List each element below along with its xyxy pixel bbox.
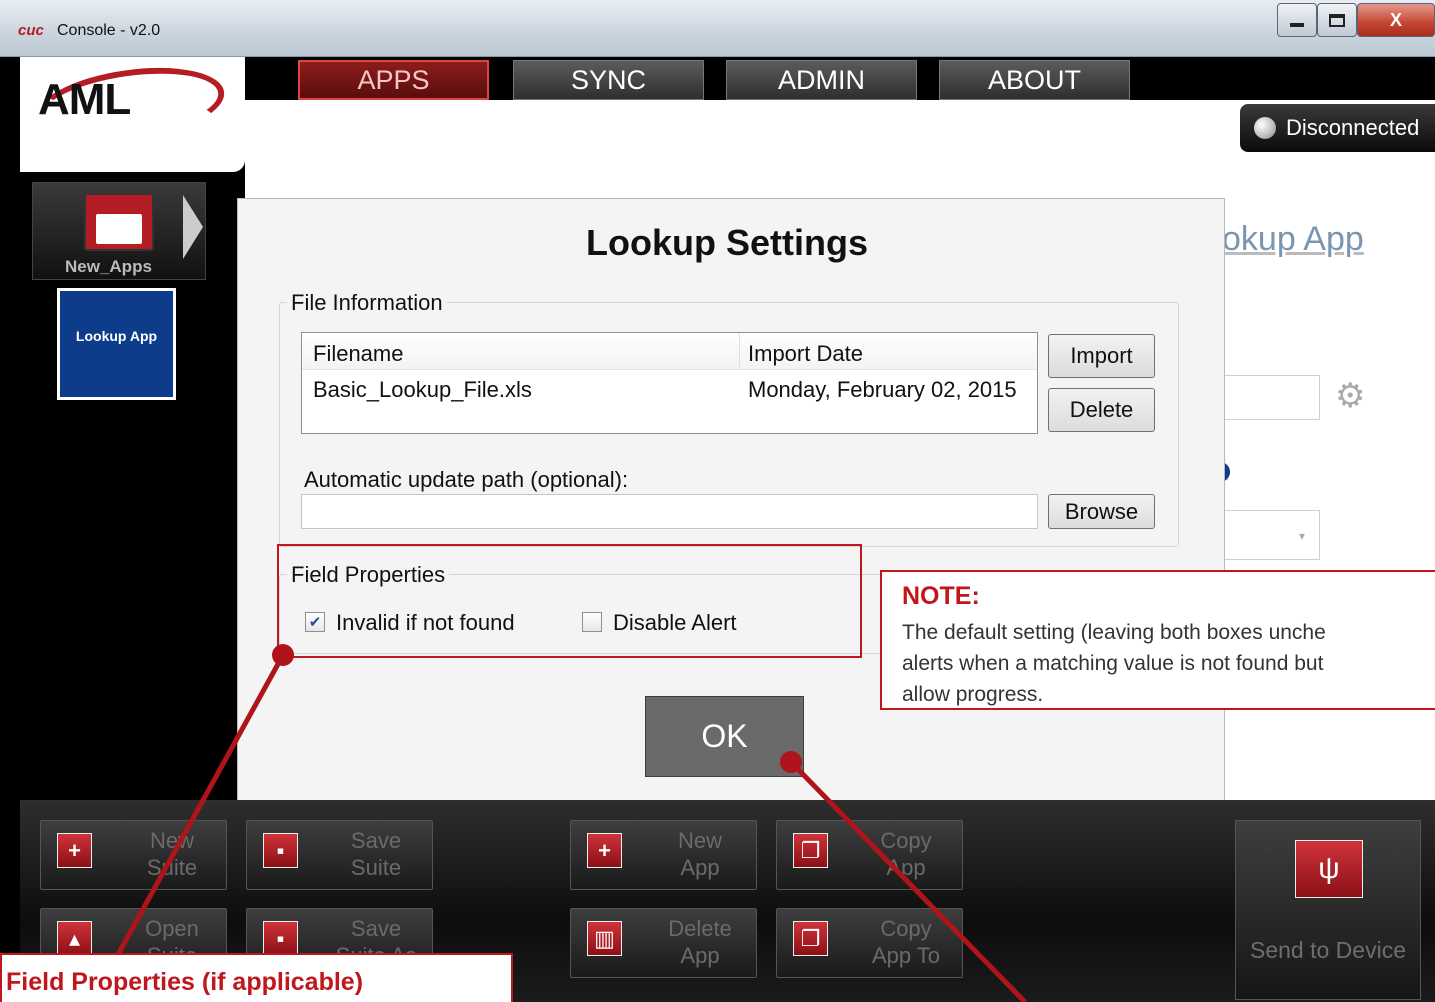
save-suite-label: Save Suite [350, 828, 402, 880]
background-select[interactable]: ▾ [1222, 510, 1320, 560]
trash-icon: ▥ [587, 921, 622, 956]
file-information-label: File Information [287, 290, 447, 316]
copy-app-label: Copy App [880, 828, 932, 880]
app-tile-label: Lookup App [75, 328, 158, 344]
update-path-label: Automatic update path (optional): [304, 467, 629, 492]
window-title: Console - v2.0 [57, 22, 161, 39]
usb-icon: ψ [1295, 840, 1363, 898]
plus-icon: + [587, 833, 622, 868]
note-title: NOTE: [902, 582, 980, 610]
new-suite-label: New Suite [146, 828, 198, 880]
folder-icon-inner [96, 214, 142, 244]
close-button[interactable]: X [1357, 3, 1435, 37]
app-logo-icon: cuc [18, 22, 44, 39]
tab-apps[interactable]: APPS [298, 60, 489, 100]
delete-app-label: Delete App [668, 916, 732, 968]
maximize-icon [1329, 13, 1345, 27]
window-titlebar[interactable] [0, 0, 1435, 57]
delete-button[interactable]: Delete [1048, 388, 1155, 432]
field-properties-callout-label: Field Properties (if applicable) [6, 968, 364, 996]
gear-icon[interactable]: ⚙ [1335, 376, 1365, 416]
callout-dot [272, 644, 294, 666]
maximize-button[interactable] [1317, 3, 1357, 37]
save-as-icon: ▪ [263, 921, 298, 956]
folder-label: New_Apps [65, 257, 152, 276]
dialog-title: Lookup Settings [586, 222, 868, 263]
column-header-import-date[interactable]: Import Date [748, 341, 863, 367]
open-folder-icon: ▴ [57, 921, 92, 956]
note-line: allow progress. [902, 683, 1044, 706]
column-header-filename[interactable]: Filename [313, 341, 403, 367]
background-input[interactable] [1222, 375, 1320, 420]
status-indicator-icon [1254, 117, 1276, 139]
copy-app-to-label: Copy App To [871, 916, 941, 968]
update-path-input[interactable] [301, 494, 1038, 529]
chevron-down-icon: ▾ [1299, 529, 1306, 543]
browse-button[interactable]: Browse [1048, 494, 1155, 529]
aml-logo: AML [38, 75, 131, 124]
minimize-icon [1290, 23, 1304, 27]
new-app-label: New App [677, 828, 722, 880]
file-row-import-date[interactable]: Monday, February 02, 2015 [748, 377, 1017, 403]
connection-status: Disconnected [1240, 104, 1435, 152]
import-button[interactable]: Import [1048, 334, 1155, 378]
tab-admin[interactable]: ADMIN [726, 60, 917, 100]
copy-to-icon: ❐ [793, 921, 828, 956]
tab-sync[interactable]: SYNC [513, 60, 704, 100]
minimize-button[interactable] [1277, 3, 1317, 37]
tab-about[interactable]: ABOUT [939, 60, 1130, 100]
field-properties-highlight [277, 544, 862, 658]
plus-icon: + [57, 833, 92, 868]
column-separator[interactable] [739, 333, 740, 370]
expand-arrow-icon[interactable] [183, 195, 203, 259]
note-text: The default setting (leaving both boxes … [902, 617, 1435, 710]
send-to-device-label: Send to Device [1250, 937, 1406, 963]
status-label: Disconnected [1286, 115, 1420, 140]
file-list-header [302, 333, 1037, 370]
save-icon: ▪ [263, 833, 298, 868]
note-line: The default setting (leaving both boxes … [902, 621, 1326, 644]
callout-dot [780, 751, 802, 773]
file-row-filename[interactable]: Basic_Lookup_File.xls [313, 377, 532, 403]
copy-icon: ❐ [793, 833, 828, 868]
note-line: alerts when a matching value is not foun… [902, 652, 1324, 675]
close-icon: X [1389, 9, 1402, 30]
app-tile-lookup[interactable] [57, 288, 176, 400]
app-name-heading: okup App [1222, 220, 1364, 258]
